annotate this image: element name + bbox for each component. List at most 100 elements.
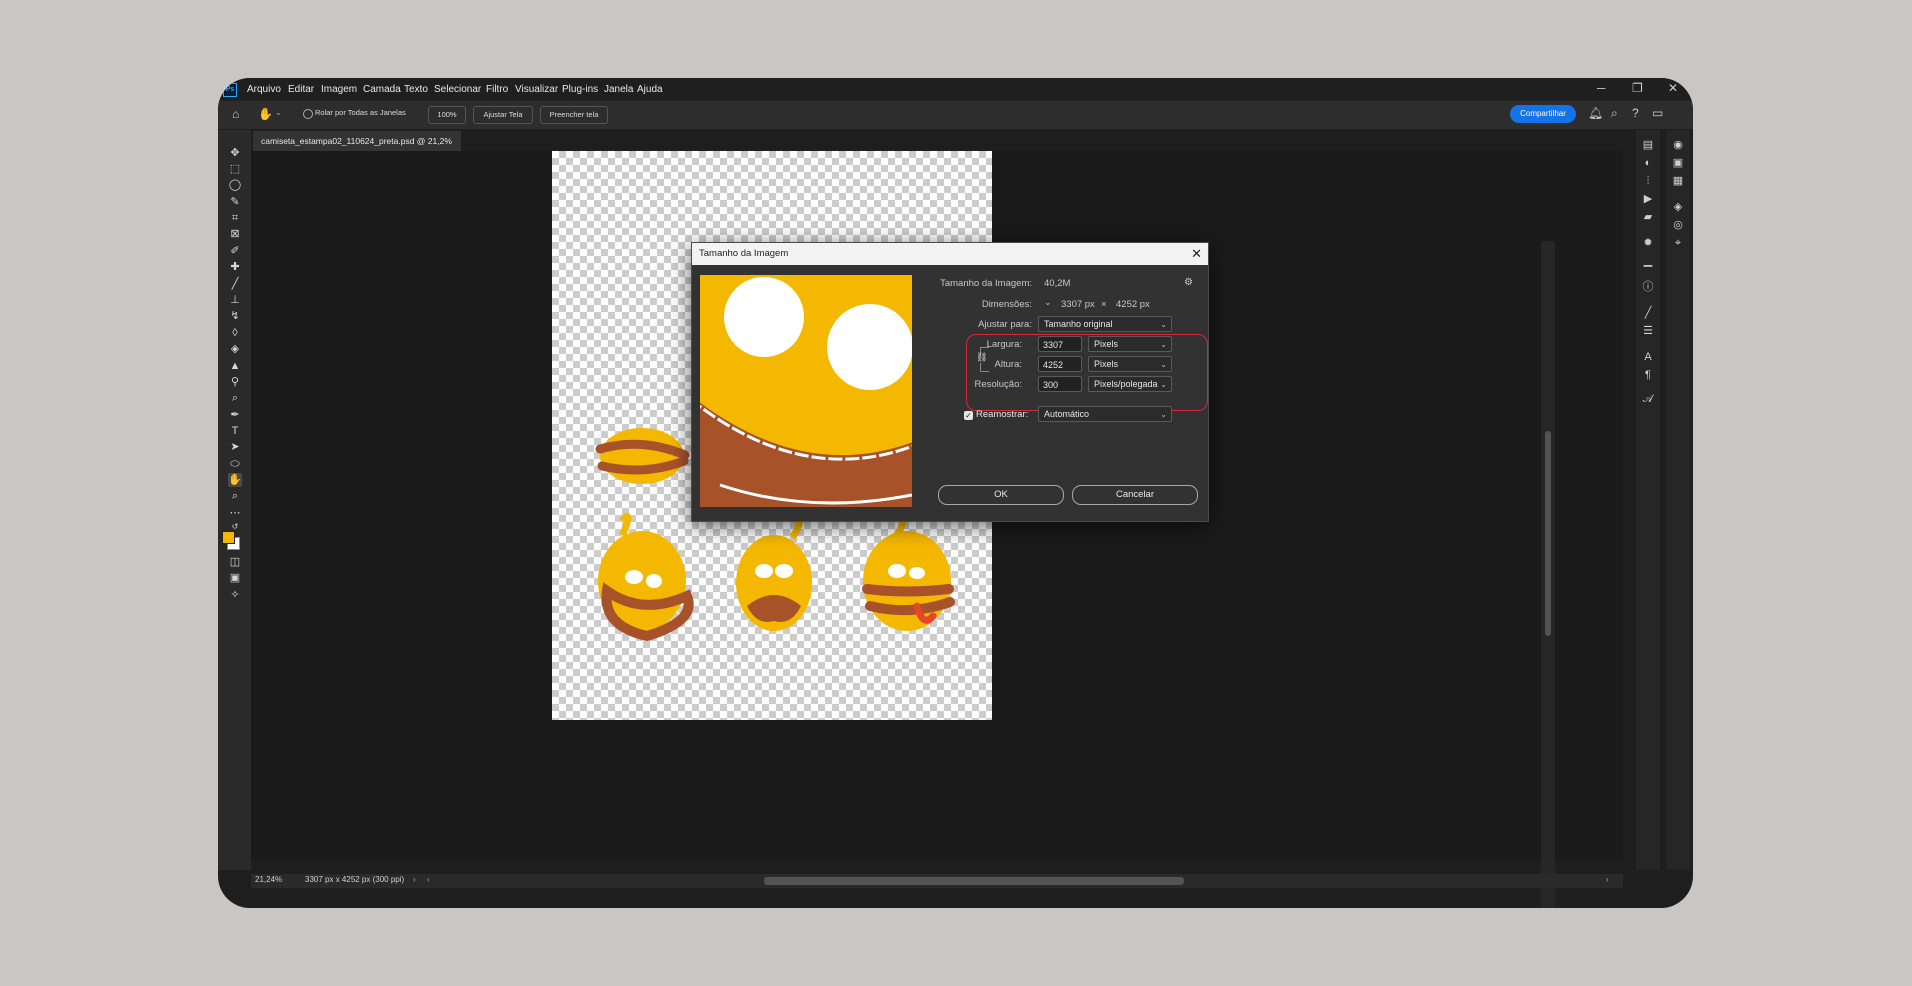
more-tools-icon[interactable]: ⋯ bbox=[228, 506, 242, 520]
fill-screen-button[interactable]: Preencher tela bbox=[540, 106, 608, 124]
document-tab[interactable]: camiseta_estampa02_110624_preta.psd @ 21… bbox=[253, 131, 461, 166]
move-tool-icon[interactable]: ✥ bbox=[228, 146, 242, 160]
chevron-down-icon[interactable]: ⌄ bbox=[275, 108, 282, 117]
dimensions-chevron-icon[interactable]: ⌄ bbox=[1044, 297, 1052, 308]
zoom-field[interactable]: 100% bbox=[428, 106, 466, 124]
paragraph-icon[interactable]: ¶ bbox=[1641, 368, 1655, 382]
menu-camada[interactable]: Camada bbox=[363, 84, 401, 95]
actions-play-icon[interactable]: ▶ bbox=[1641, 192, 1655, 206]
home-icon[interactable]: ⌂ bbox=[232, 107, 239, 121]
paths-panel-icon[interactable]: ⌖ bbox=[1671, 236, 1685, 250]
search-icon[interactable]: ⌕ bbox=[1611, 106, 1618, 121]
foreground-color-swatch[interactable] bbox=[222, 531, 235, 544]
scroll-all-radio[interactable] bbox=[303, 109, 313, 119]
properties-sliders-icon[interactable]: ☰ bbox=[1641, 324, 1655, 338]
ok-button[interactable]: OK bbox=[938, 485, 1064, 505]
brush-tool-icon[interactable]: ╱ bbox=[228, 277, 242, 291]
paint-bucket-tool-icon[interactable]: ◈ bbox=[228, 342, 242, 356]
photoshop-logo-icon[interactable]: Ps bbox=[223, 83, 237, 97]
dialog-title-bar[interactable]: Tamanho da Imagem ✕ bbox=[692, 243, 1208, 265]
glyphs-icon[interactable]: 𝒜 bbox=[1641, 392, 1655, 406]
marquee-tool-icon[interactable]: ⬚ bbox=[228, 162, 242, 176]
minimize-icon[interactable]: ─ bbox=[1597, 81, 1606, 95]
close-icon[interactable]: ✕ bbox=[1668, 81, 1678, 95]
crop-tool-icon[interactable]: ⌗ bbox=[228, 211, 242, 225]
horizontal-scroll-thumb[interactable] bbox=[764, 877, 1184, 885]
quick-selection-tool-icon[interactable]: ✎ bbox=[228, 195, 242, 209]
swatches-grid-icon[interactable]: ▦ bbox=[1671, 174, 1685, 188]
chevron-down-icon: ⌄ bbox=[1160, 360, 1167, 369]
menu-selecionar[interactable]: Selecionar bbox=[434, 84, 481, 95]
blur-tool-icon[interactable]: ▲ bbox=[228, 359, 242, 373]
quick-mask-icon[interactable]: ◫ bbox=[228, 555, 242, 569]
menu-ajuda[interactable]: Ajuda bbox=[637, 84, 663, 95]
restore-icon[interactable]: ❐ bbox=[1632, 81, 1643, 95]
zoom-level[interactable]: 21,24% bbox=[255, 875, 282, 884]
zoom-tool-icon[interactable]: ⌕ bbox=[228, 489, 242, 503]
resample-checkbox[interactable]: ✓ bbox=[964, 411, 973, 420]
pen-tool-icon[interactable]: ✒ bbox=[228, 408, 242, 422]
vertical-scrollbar[interactable] bbox=[1541, 241, 1555, 908]
vertical-scroll-thumb[interactable] bbox=[1545, 431, 1551, 636]
menu-filtro[interactable]: Filtro bbox=[486, 84, 508, 95]
frame-tool-icon[interactable]: ⊠ bbox=[228, 227, 242, 241]
fit-to-select[interactable]: Tamanho original ⌄ bbox=[1038, 316, 1172, 332]
healing-brush-tool-icon[interactable]: ✚ bbox=[228, 260, 242, 274]
bell-icon[interactable]: 🔔︎ bbox=[1588, 106, 1603, 120]
hand-tool-icon[interactable]: ✋ bbox=[228, 473, 242, 487]
menu-janela[interactable]: Janela bbox=[604, 84, 633, 95]
learn-icon[interactable]: ◉ bbox=[1671, 138, 1685, 152]
history-brush-tool-icon[interactable]: ↯ bbox=[228, 309, 242, 323]
histogram-icon[interactable]: ▤ bbox=[1641, 138, 1655, 152]
levels-icon[interactable]: ▁ bbox=[1641, 254, 1655, 268]
width-input[interactable]: 3307 bbox=[1038, 336, 1082, 352]
lasso-tool-icon[interactable]: ◯ bbox=[228, 178, 242, 192]
paths-icon[interactable]: ⫶ bbox=[1641, 174, 1655, 188]
libraries-icon[interactable]: ▣ bbox=[1671, 156, 1685, 170]
workspace-icon[interactable]: ▭ bbox=[1652, 106, 1663, 120]
character-icon[interactable]: A bbox=[1641, 350, 1655, 364]
layers-icon[interactable]: ◈ bbox=[1671, 200, 1685, 214]
smudge-tool-icon[interactable]: ⌕ bbox=[228, 391, 242, 405]
menu-imagem[interactable]: Imagem bbox=[321, 84, 357, 95]
brush-settings-icon[interactable]: ╱ bbox=[1641, 306, 1655, 320]
dodge-tool-icon[interactable]: ⚲ bbox=[228, 375, 242, 389]
screen-mode-icon[interactable]: ▣ bbox=[228, 571, 242, 585]
dialog-close-icon[interactable]: ✕ bbox=[1191, 243, 1202, 265]
chevron-right-icon[interactable]: › bbox=[413, 875, 416, 884]
comments-icon[interactable]: ▰ bbox=[1641, 210, 1655, 224]
help-icon[interactable]: ? bbox=[1632, 106, 1639, 120]
resolution-unit-select[interactable]: Pixels/polegada ⌄ bbox=[1088, 376, 1172, 392]
adjustments-icon[interactable]: ◐ bbox=[1641, 156, 1655, 170]
type-tool-icon[interactable]: T bbox=[228, 424, 242, 438]
brightness-icon[interactable]: ✹ bbox=[1641, 236, 1655, 250]
share-button[interactable]: Compartilhar bbox=[1510, 105, 1576, 123]
menu-visualizar[interactable]: Visualizar bbox=[515, 84, 558, 95]
clone-stamp-tool-icon[interactable]: ⊥ bbox=[228, 293, 242, 307]
menu-texto[interactable]: Texto bbox=[404, 84, 428, 95]
image-preview[interactable] bbox=[700, 275, 912, 507]
resample-value: Automático bbox=[1044, 409, 1090, 419]
generative-icon[interactable]: ✧ bbox=[228, 588, 242, 602]
info-icon[interactable]: ⓘ bbox=[1641, 280, 1655, 294]
channels-icon[interactable]: ◎ bbox=[1671, 218, 1685, 232]
ellipse-tool-icon[interactable]: ⬭ bbox=[228, 457, 242, 471]
height-unit-select[interactable]: Pixels ⌄ bbox=[1088, 356, 1172, 372]
menu-plugins[interactable]: Plug-ins bbox=[562, 84, 598, 95]
menu-arquivo[interactable]: Arquivo bbox=[247, 84, 281, 95]
scroll-left-icon[interactable]: ‹ bbox=[427, 875, 430, 884]
menu-editar[interactable]: Editar bbox=[288, 84, 314, 95]
resample-select[interactable]: Automático ⌄ bbox=[1038, 406, 1172, 422]
hand-tool-preset-icon[interactable]: ✋ bbox=[258, 107, 273, 121]
eyedropper-tool-icon[interactable]: ✐ bbox=[228, 244, 242, 258]
document-info[interactable]: 3307 px x 4252 px (300 ppi) bbox=[305, 875, 404, 884]
path-selection-tool-icon[interactable]: ➤ bbox=[228, 440, 242, 454]
width-unit-select[interactable]: Pixels ⌄ bbox=[1088, 336, 1172, 352]
resolution-input[interactable]: 300 bbox=[1038, 376, 1082, 392]
cancel-button[interactable]: Cancelar bbox=[1072, 485, 1198, 505]
eraser-tool-icon[interactable]: ◊ bbox=[228, 326, 242, 340]
height-input[interactable]: 4252 bbox=[1038, 356, 1082, 372]
gear-icon[interactable]: ⚙ bbox=[1184, 277, 1193, 288]
fit-screen-button[interactable]: Ajustar Tela bbox=[473, 106, 533, 124]
scroll-right-icon[interactable]: › bbox=[1606, 875, 1609, 884]
